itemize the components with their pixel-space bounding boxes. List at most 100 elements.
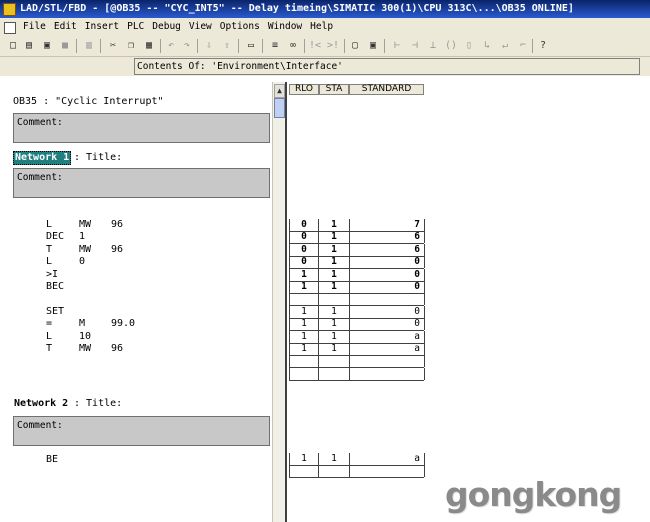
coil-icon[interactable]: () <box>444 39 458 53</box>
document-icon[interactable] <box>4 22 16 34</box>
menu-file[interactable]: File <box>19 18 50 36</box>
status-row: 11a <box>289 453 425 466</box>
box-icon[interactable]: ▯ <box>462 39 476 53</box>
menu-plc[interactable]: PLC <box>123 18 148 36</box>
stl-operation[interactable]: DEC <box>46 231 64 242</box>
cut-icon[interactable]: ✂ <box>106 39 120 53</box>
stl-operand[interactable]: MW <box>79 219 91 230</box>
help-icon[interactable]: ? <box>536 39 550 53</box>
standard-value: 0 <box>350 268 425 281</box>
stl-operand[interactable]: 10 <box>79 331 91 342</box>
status-row <box>289 367 425 381</box>
stl-address[interactable]: 96 <box>111 244 123 255</box>
menu-view[interactable]: View <box>185 18 216 36</box>
stl-address[interactable]: 96 <box>111 343 123 354</box>
standard-value: 0 <box>350 281 425 293</box>
stl-operation[interactable]: T <box>46 343 52 354</box>
menu-debug[interactable]: Debug <box>148 18 185 36</box>
details-icon[interactable]: ▣ <box>366 39 380 53</box>
splitter[interactable] <box>285 82 287 522</box>
status-row: 11a <box>289 343 425 356</box>
connector-icon[interactable]: ⌐ <box>516 39 530 53</box>
undo-icon[interactable]: ↶ <box>164 39 178 53</box>
stl-operand[interactable]: 1 <box>79 231 85 242</box>
sta-value <box>319 293 350 306</box>
rlo-value: 0 <box>289 243 319 256</box>
download-icon[interactable]: ⇩ <box>202 39 216 53</box>
monitor-icon[interactable]: ▭ <box>244 39 258 53</box>
redo-icon[interactable]: ↷ <box>180 39 194 53</box>
network-2-comment[interactable]: Comment: <box>13 416 270 446</box>
rlo-value: 1 <box>289 305 319 318</box>
print-icon[interactable]: ▥ <box>82 39 96 53</box>
prev-network-icon[interactable]: !< <box>308 39 322 53</box>
standard-value: 7 <box>350 219 425 231</box>
upload-icon[interactable]: ⇧ <box>220 39 234 53</box>
open-icon[interactable]: ▤ <box>22 39 36 53</box>
standard-value <box>350 355 425 368</box>
copy-icon[interactable]: ❐ <box>124 39 138 53</box>
menu-options[interactable]: Options <box>216 18 264 36</box>
next-network-icon[interactable]: >! <box>326 39 340 53</box>
rlo-value: 0 <box>289 231 319 244</box>
overview-icon[interactable]: ≡ <box>268 39 282 53</box>
stl-address[interactable]: 99.0 <box>111 318 135 329</box>
new-icon[interactable]: □ <box>6 39 20 53</box>
block-comment[interactable]: Comment: <box>13 113 270 143</box>
sta-value: 1 <box>319 256 350 269</box>
stl-operation[interactable]: T <box>46 244 52 255</box>
stl-operation[interactable]: = <box>46 318 52 329</box>
stl-operand[interactable]: 0 <box>79 256 85 267</box>
stl-operation[interactable]: L <box>46 331 52 342</box>
menu-window[interactable]: Window <box>264 18 306 36</box>
status-row <box>289 293 425 307</box>
branch-open-icon[interactable]: ↳ <box>480 39 494 53</box>
status-row: 110 <box>289 305 425 319</box>
rlo-value: 1 <box>289 343 319 355</box>
nc-contact-icon[interactable]: ⊥ <box>426 39 440 53</box>
network-1-label[interactable]: Network 1 <box>13 151 72 165</box>
sta-value: 1 <box>319 281 350 293</box>
glasses-icon[interactable]: ∞ <box>286 39 300 53</box>
stl-operation[interactable]: BE <box>46 454 58 465</box>
scroll-thumb[interactable] <box>274 98 285 118</box>
menu-insert[interactable]: Insert <box>81 18 123 36</box>
network-1-comment[interactable]: Comment: <box>13 168 270 198</box>
accessible-nodes-icon[interactable]: ▣ <box>40 39 54 53</box>
menu-edit[interactable]: Edit <box>50 18 81 36</box>
sta-value: 1 <box>319 330 350 343</box>
vertical-scrollbar[interactable]: ▲ <box>272 82 285 522</box>
save-icon[interactable]: ■ <box>58 39 72 53</box>
sta-value: 1 <box>319 343 350 355</box>
menu-help[interactable]: Help <box>306 18 337 36</box>
stl-operation[interactable]: L <box>46 256 52 267</box>
stl-editor[interactable]: OB35 : "Cyclic Interrupt" Comment: Netwo… <box>0 82 272 522</box>
scroll-up-icon[interactable]: ▲ <box>274 84 285 98</box>
standard-value: 6 <box>350 243 425 256</box>
network-2-label[interactable]: Network 2 <box>14 398 68 409</box>
standard-value: 6 <box>350 231 425 244</box>
stl-address[interactable]: 96 <box>111 219 123 230</box>
rlo-value: 0 <box>289 219 319 231</box>
stl-operand[interactable]: M <box>79 318 85 329</box>
rlo-value: 1 <box>289 281 319 293</box>
stl-operation[interactable]: >I <box>46 269 58 280</box>
paste-icon[interactable]: ▦ <box>142 39 156 53</box>
rlo-value: 0 <box>289 256 319 269</box>
sta-value <box>319 367 350 380</box>
rlo-value <box>289 293 319 306</box>
stl-operand[interactable]: MW <box>79 343 91 354</box>
stl-operation[interactable]: BEC <box>46 281 64 292</box>
branch-close-icon[interactable]: ↵ <box>498 39 512 53</box>
contact-icon[interactable]: ⊢ <box>390 39 404 53</box>
window-icon[interactable]: ▢ <box>348 39 362 53</box>
status-row <box>289 465 425 479</box>
rlo-value: 1 <box>289 453 319 465</box>
stl-operation[interactable]: SET <box>46 306 64 317</box>
stl-operation[interactable]: L <box>46 219 52 230</box>
window-title: LAD/STL/FBD - [@OB35 -- "CYC_INT5" -- De… <box>20 3 574 14</box>
status-row: 110 <box>289 318 425 332</box>
no-contact-icon[interactable]: ⊣ <box>408 39 422 53</box>
stl-operand[interactable]: MW <box>79 244 91 255</box>
status-row: 017 <box>289 219 425 232</box>
